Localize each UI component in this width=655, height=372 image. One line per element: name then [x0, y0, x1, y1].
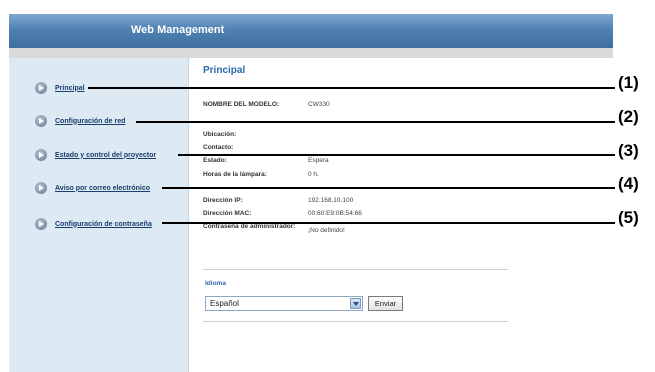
info-key: Contacto: [203, 144, 234, 151]
sidebar-item-projector-status[interactable]: Estado y control del proyector [35, 148, 156, 162]
sidebar-item-password-config[interactable]: Configuración de contraseña [35, 217, 152, 231]
sidebar-item-label[interactable]: Estado y control del proyector [55, 152, 156, 159]
sidebar-item-principal[interactable]: Principal [35, 81, 85, 95]
sidebar-item-network-config[interactable]: Configuración de red [35, 114, 125, 128]
info-value: 00:60:E9:0B:54:66 [308, 210, 362, 217]
app-title: Web Management [131, 24, 225, 36]
info-key: Dirección IP: [203, 197, 243, 204]
info-key: Horas de la lámpara: [203, 171, 267, 178]
callout-label-1: (1) [618, 73, 639, 92]
info-value: ¡No definido! [308, 227, 345, 234]
callout-label-3: (3) [618, 141, 639, 160]
app-header: Web Management [9, 14, 613, 48]
header-subbar [9, 48, 613, 58]
sidebar-item-label[interactable]: Configuración de red [55, 118, 125, 125]
info-key: Dirección MAC: [203, 210, 252, 217]
sidebar-item-label[interactable]: Configuración de contraseña [55, 221, 152, 228]
arrow-right-icon [35, 115, 47, 127]
sidebar: Principal Configuración de red Estado y … [9, 58, 189, 372]
page-title: Principal [203, 65, 246, 76]
callout-line-2 [136, 121, 615, 123]
sidebar-item-label[interactable]: Principal [55, 85, 85, 92]
arrow-right-icon [35, 149, 47, 161]
sidebar-item-email-alert[interactable]: Aviso por correo electrónico [35, 181, 150, 195]
callout-line-4 [162, 187, 615, 189]
callout-label-4: (4) [618, 174, 639, 193]
info-value: 192.168.10.100 [308, 197, 354, 204]
language-select-value: Español [210, 299, 239, 308]
sidebar-item-label[interactable]: Aviso por correo electrónico [55, 185, 150, 192]
divider [203, 269, 508, 270]
arrow-right-icon [35, 218, 47, 230]
callout-label-5: (5) [618, 208, 639, 227]
info-key: Estado: [203, 157, 227, 164]
arrow-right-icon [35, 82, 47, 94]
divider [203, 321, 508, 322]
arrow-right-icon [35, 182, 47, 194]
info-value: 0 h. [308, 171, 319, 178]
callout-line-5 [162, 222, 615, 224]
callout-line-1 [88, 87, 615, 89]
info-key: Ubicación: [203, 131, 237, 138]
language-select[interactable]: Español [205, 296, 363, 311]
main-content: Principal NOMBRE DEL MODELO: CW330 Ubica… [190, 58, 613, 372]
info-key: NOMBRE DEL MODELO: [203, 101, 280, 108]
language-label: Idioma [205, 280, 226, 287]
callout-label-2: (2) [618, 107, 639, 126]
chevron-down-icon[interactable] [350, 298, 361, 309]
callout-line-3 [178, 154, 615, 156]
info-value: Espera [308, 157, 329, 164]
info-value: CW330 [308, 101, 330, 108]
info-key: Contraseña de administrador: [203, 223, 296, 230]
submit-button[interactable]: Enviar [368, 296, 403, 311]
